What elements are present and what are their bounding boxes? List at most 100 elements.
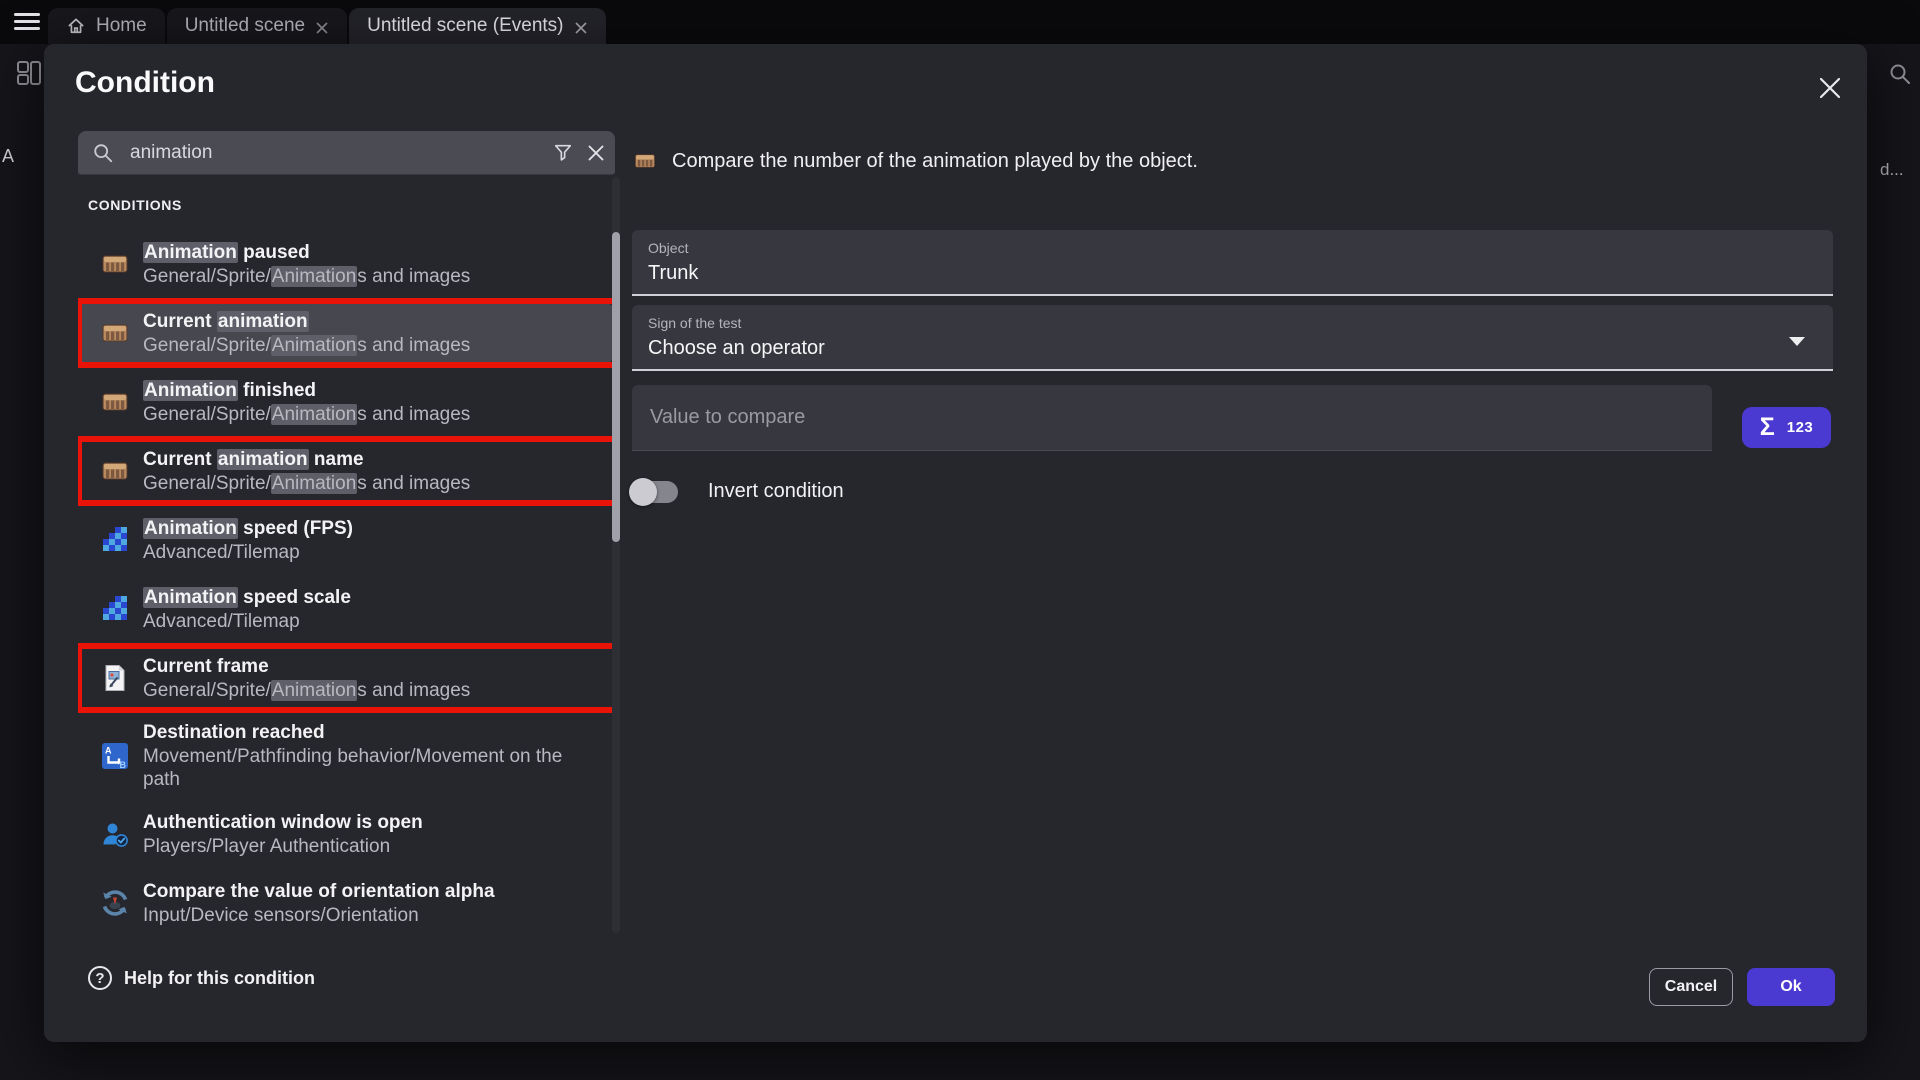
condition-list-item[interactable]: Authentication window is openPlayers/Pla… <box>78 805 612 863</box>
text-part: Current frame <box>143 656 269 677</box>
sprite-animation-icon <box>100 456 130 486</box>
text-part: finished <box>238 380 316 401</box>
help-link[interactable]: ? Help for this condition <box>88 966 315 990</box>
search-icon[interactable] <box>1888 62 1912 91</box>
condition-list-item[interactable]: Animation speed scaleAdvanced/Tilemap <box>78 580 612 638</box>
condition-list-item[interactable]: Current animation nameGeneral/Sprite/Ani… <box>78 442 612 500</box>
condition-list-item[interactable]: Current animationGeneral/Sprite/Animatio… <box>78 304 612 362</box>
text-part: speed (FPS) <box>238 518 353 539</box>
invert-condition-toggle[interactable] <box>632 481 678 503</box>
field-label: Sign of the test <box>648 315 1817 332</box>
condition-path: Advanced/Tilemap <box>143 541 353 564</box>
condition-list-item[interactable]: Compare the value of orientation alphaIn… <box>78 874 612 932</box>
condition-text: Animation pausedGeneral/Sprite/Animation… <box>143 241 470 288</box>
text-part: General/Sprite/ <box>143 680 271 701</box>
list-scrollbar[interactable] <box>612 177 620 933</box>
svg-text:A: A <box>105 746 112 756</box>
condition-title: Current animation name <box>143 448 470 472</box>
tab-untitled-scene[interactable]: Untitled scene <box>167 8 347 44</box>
search-match-highlight: Animation <box>143 242 238 263</box>
text-part: General/Sprite/ <box>143 404 271 425</box>
tab-home[interactable]: Home <box>48 8 165 44</box>
text-part: Players/Player Authentication <box>143 836 390 857</box>
condition-text: Compare the value of orientation alphaIn… <box>143 880 495 927</box>
clipped-text-right: d... <box>1880 160 1904 180</box>
text-part: General/Sprite/ <box>143 473 271 494</box>
condition-path: Input/Device sensors/Orientation <box>143 904 495 927</box>
condition-description-row: Compare the number of the animation play… <box>632 149 1198 173</box>
tilemap-icon <box>100 525 130 555</box>
condition-list-item[interactable]: Animation finishedGeneral/Sprite/Animati… <box>78 373 612 431</box>
text-part: Destination reached <box>143 722 325 743</box>
pathfinding-icon: AB <box>100 741 130 771</box>
sprite-animation-icon <box>632 149 658 173</box>
text-part: General/Sprite/ <box>143 266 271 287</box>
search-match-highlight: Animation <box>271 404 358 425</box>
condition-title: Animation speed scale <box>143 586 351 610</box>
condition-path: General/Sprite/Animations and images <box>143 265 470 288</box>
search-input[interactable] <box>128 141 553 165</box>
search-match-highlight: animation <box>217 311 309 332</box>
clipped-text-left: A <box>2 146 14 167</box>
home-icon <box>66 16 86 36</box>
tab-untitled-scene-events[interactable]: Untitled scene (Events) <box>349 8 605 44</box>
condition-list-item[interactable]: Animation speed (FPS)Advanced/Tilemap <box>78 511 612 569</box>
condition-title: Destination reached <box>143 721 573 745</box>
condition-list-item[interactable]: AB Destination reached Movement/Pathfindin… <box>78 718 612 794</box>
condition-list-item[interactable]: Animation pausedGeneral/Sprite/Animation… <box>78 235 612 293</box>
operator-select-field[interactable]: Sign of the test Choose an operator <box>632 305 1833 371</box>
dialog-title: Condition <box>75 66 215 100</box>
field-value: Choose an operator <box>648 335 1817 362</box>
condition-text: Animation finishedGeneral/Sprite/Animati… <box>143 379 470 426</box>
close-icon[interactable] <box>574 19 588 33</box>
sprite-animation-icon <box>100 387 130 417</box>
condition-title: Animation paused <box>143 241 470 265</box>
value-to-compare-input[interactable] <box>648 405 1696 430</box>
toggle-knob[interactable] <box>629 478 657 506</box>
condition-list-item[interactable]: Current frameGeneral/Sprite/Animations a… <box>78 649 612 707</box>
clear-search-icon[interactable] <box>587 144 605 162</box>
text-part: Advanced/Tilemap <box>143 611 300 632</box>
condition-title: Compare the value of orientation alpha <box>143 880 495 904</box>
text-part: s and images <box>357 680 470 701</box>
close-icon[interactable] <box>315 19 329 33</box>
condition-path: General/Sprite/Animations and images <box>143 334 470 357</box>
condition-title: Current animation <box>143 310 470 334</box>
ok-button[interactable]: Ok <box>1747 968 1835 1006</box>
value-to-compare-field[interactable] <box>632 385 1712 451</box>
text-part: Current <box>143 449 217 470</box>
search-match-highlight: Animation <box>271 473 358 494</box>
condition-path: Players/Player Authentication <box>143 835 423 858</box>
cancel-button[interactable]: Cancel <box>1649 968 1733 1006</box>
condition-title: Authentication window is open <box>143 811 423 835</box>
condition-description: Compare the number of the animation play… <box>672 150 1198 173</box>
text-part: Compare the value of orientation alpha <box>143 881 495 902</box>
invert-condition-row[interactable]: Invert condition <box>632 480 844 503</box>
text-part: Movement/Pathfinding behavior/Movement o… <box>143 746 562 790</box>
condition-path: Advanced/Tilemap <box>143 610 351 633</box>
text-part: paused <box>238 242 310 263</box>
tab-label: Untitled scene (Events) <box>367 15 563 37</box>
condition-path: Movement/Pathfinding behavior/Movement o… <box>143 745 573 791</box>
condition-text: Current animation nameGeneral/Sprite/Ani… <box>143 448 470 495</box>
condition-path: General/Sprite/Animations and images <box>143 403 470 426</box>
object-field[interactable]: Object Trunk <box>632 230 1833 296</box>
text-part: s and images <box>357 266 470 287</box>
tilemap-icon <box>100 594 130 624</box>
filter-icon[interactable] <box>553 143 573 163</box>
condition-title: Current frame <box>143 655 470 679</box>
expression-editor-button[interactable]: Σ 123 <box>1742 407 1831 448</box>
text-part: Advanced/Tilemap <box>143 542 300 563</box>
tab-label: Home <box>96 15 147 37</box>
condition-text: Animation speed (FPS)Advanced/Tilemap <box>143 517 353 564</box>
text-part: General/Sprite/ <box>143 335 271 356</box>
menu-icon[interactable] <box>14 13 40 31</box>
text-part: s and images <box>357 335 470 356</box>
close-icon[interactable] <box>1816 74 1844 102</box>
chevron-down-icon[interactable] <box>1789 337 1805 346</box>
search-match-highlight: Animation <box>271 266 358 287</box>
layout-grid-icon[interactable] <box>16 60 42 91</box>
toggle-label: Invert condition <box>708 480 844 503</box>
condition-path: General/Sprite/Animations and images <box>143 472 470 495</box>
scrollbar-thumb[interactable] <box>612 232 620 542</box>
